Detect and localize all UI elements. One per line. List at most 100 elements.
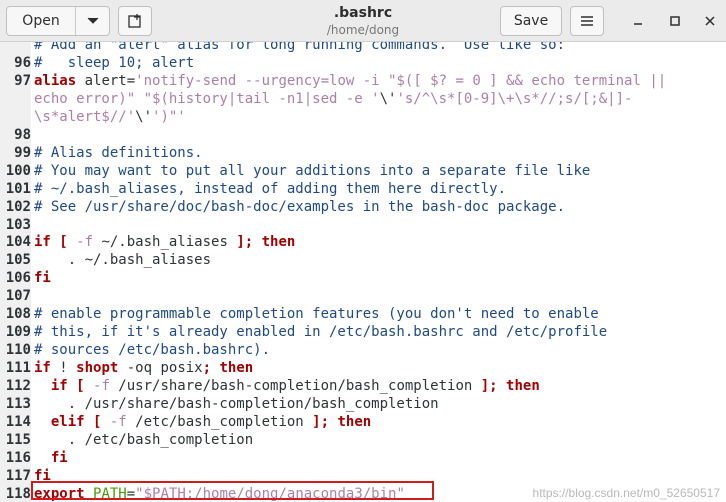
line-code: . /etc/bash_completion	[34, 431, 253, 449]
code-line[interactable]: 112 if [ -f /usr/share/bash-completion/b…	[0, 377, 540, 395]
code-token: ')"'	[152, 108, 186, 125]
code-line[interactable]: 108 # enable programmable completion feat…	[0, 305, 599, 323]
code-token: shopt	[76, 360, 119, 377]
code-line[interactable]: 103	[0, 216, 31, 234]
code-token: # See /usr/share/doc/bash-doc/examples i…	[34, 198, 566, 215]
code-token: -f	[76, 234, 94, 251]
code-line[interactable]: 102 # See /usr/share/doc/bash-doc/example…	[0, 198, 565, 216]
code-line[interactable]: 111 if ! shopt -oq posix; then	[0, 359, 253, 377]
code-line[interactable]: 114 elif [ -f /etc/bash_completion ]; th…	[0, 413, 371, 431]
code-line[interactable]: 117 fi	[0, 467, 51, 485]
open-button-group[interactable]: Open	[6, 6, 110, 36]
line-number: 100	[5, 162, 31, 179]
code-token: # sources /etc/bash.bashrc).	[34, 342, 271, 359]
code-token: ]; then	[480, 378, 540, 395]
code-token: -oq posix	[118, 360, 203, 377]
code-token: !	[50, 360, 77, 377]
code-token: fi	[34, 270, 51, 287]
line-number: 96	[14, 54, 31, 71]
menu-button[interactable]	[570, 6, 604, 36]
code-token: [	[84, 413, 110, 430]
watermark: https://blog.csdn.net/m0_52650517	[532, 486, 720, 500]
code-line[interactable]: 109 # this, if it's already enabled in /e…	[0, 323, 607, 341]
code-line[interactable]: 100 # You may want to put all your additi…	[0, 162, 591, 180]
line-code: if [ -f ~/.bash_aliases ]; then	[34, 233, 295, 251]
line-code: if [ -f /usr/share/bash-completion/bash_…	[34, 377, 540, 395]
open-button[interactable]: Open	[7, 7, 76, 35]
line-code: # You may want to put all your additions…	[34, 162, 590, 180]
code-line[interactable]: 115 . /etc/bash_completion	[0, 431, 253, 449]
line-number: 113	[5, 396, 31, 412]
code-line[interactable]: 98	[0, 126, 31, 144]
code-line[interactable]: 110 # sources /etc/bash.bashrc).	[0, 341, 270, 359]
code-token: [	[67, 378, 94, 395]
close-window-button[interactable]	[700, 11, 720, 31]
code-token: # Alias definitions.	[34, 144, 203, 161]
code-token: \'	[135, 108, 153, 125]
code-token: 'notify-send --urgency=low -i "$([ $? = …	[135, 72, 667, 89]
code-line[interactable]: 106 fi	[0, 269, 51, 287]
line-code: fi	[34, 269, 51, 287]
code-token: if	[34, 360, 51, 377]
header-bar: Open .bashrc /home/dong Save	[0, 0, 726, 42]
open-menu-button[interactable]	[76, 7, 109, 35]
code-token: ~/.bash_aliases	[93, 234, 237, 251]
code-line[interactable]: echo error)" "$(history|tail -n1|sed -e …	[0, 90, 632, 108]
code-line[interactable]: 116 fi	[0, 449, 68, 467]
line-code: if ! shopt -oq posix; then	[34, 359, 253, 377]
window-title-area: .bashrc /home/dong	[263, 4, 463, 38]
minimize-button[interactable]	[628, 11, 648, 31]
code-token: # ~/.bash_aliases, instead of adding the…	[34, 180, 507, 197]
code-token: # enable programmable completion feature…	[34, 306, 599, 323]
line-code: \s*alert$//'\'')"'	[34, 108, 186, 126]
line-number: 105	[5, 252, 31, 269]
line-code: # Alias definitions.	[34, 144, 203, 162]
code-token: # Add an "alert" alias for long running …	[34, 42, 566, 53]
line-code: # sources /etc/bash.bashrc).	[34, 341, 270, 359]
line-number: 101	[5, 180, 31, 197]
line-code: # enable programmable completion feature…	[34, 305, 599, 323]
code-token: . ~/.bash_aliases	[34, 252, 212, 269]
line-number: 103	[5, 216, 31, 233]
code-line[interactable]: 118 export PATH="$PATH:/home/dong/anacond…	[0, 485, 405, 502]
line-number: 114	[5, 413, 31, 430]
window-title: .bashrc	[333, 5, 393, 21]
line-code: fi	[34, 449, 68, 467]
code-line[interactable]: # Add an "alert" alias for long running …	[0, 42, 565, 54]
line-code: . ~/.bash_aliases	[34, 251, 211, 269]
line-number: 104	[5, 234, 31, 251]
code-line[interactable]: 97 alias alert='notify-send --urgency=low…	[0, 72, 666, 90]
code-line[interactable]: 101 # ~/.bash_aliases, instead of adding …	[0, 180, 506, 198]
hamburger-menu-icon	[581, 16, 593, 26]
code-line[interactable]: 99 # Alias definitions.	[0, 144, 202, 162]
code-line[interactable]: 104 if [ -f ~/.bash_aliases ]; then	[0, 233, 296, 251]
text-editor[interactable]: # Add an "alert" alias for long running …	[0, 42, 726, 502]
close-icon	[705, 16, 715, 26]
line-code: # ~/.bash_aliases, instead of adding the…	[34, 180, 506, 198]
minimize-icon	[634, 23, 642, 25]
code-token: 's/^\s*[0-9]\+\s*//;s/[;&|]-	[396, 90, 633, 107]
line-code: # sleep 10; alert	[34, 54, 194, 72]
code-line[interactable]: 113 . /usr/share/bash-completion/bash_co…	[0, 395, 439, 413]
line-number: 109	[5, 324, 31, 341]
code-line[interactable]: 105 . ~/.bash_aliases	[0, 251, 211, 269]
code-line[interactable]: 107	[0, 287, 31, 305]
code-token: alias	[34, 72, 77, 89]
line-code: elif [ -f /etc/bash_completion ]; then	[34, 413, 371, 431]
chevron-down-icon	[87, 17, 98, 24]
highlight-box	[31, 481, 434, 500]
line-number: 107	[5, 288, 31, 305]
save-button[interactable]: Save	[500, 6, 562, 36]
code-token: if	[34, 378, 68, 395]
line-code: alias alert='notify-send --urgency=low -…	[34, 72, 666, 90]
code-token: /usr/share/bash-completion/bash_completi…	[109, 378, 481, 395]
line-number: 98	[14, 126, 31, 143]
new-tab-button[interactable]	[118, 6, 152, 36]
line-number: 111	[5, 360, 31, 377]
code-token: echo error)" "$(history|tail -n1|sed -e …	[34, 90, 380, 107]
code-line[interactable]: \s*alert$//'\'')"'	[0, 108, 186, 126]
code-token: elif	[34, 413, 85, 430]
code-line[interactable]: 96 # sleep 10; alert	[0, 54, 194, 72]
maximize-button[interactable]	[665, 11, 685, 31]
code-token: -f	[109, 413, 127, 430]
